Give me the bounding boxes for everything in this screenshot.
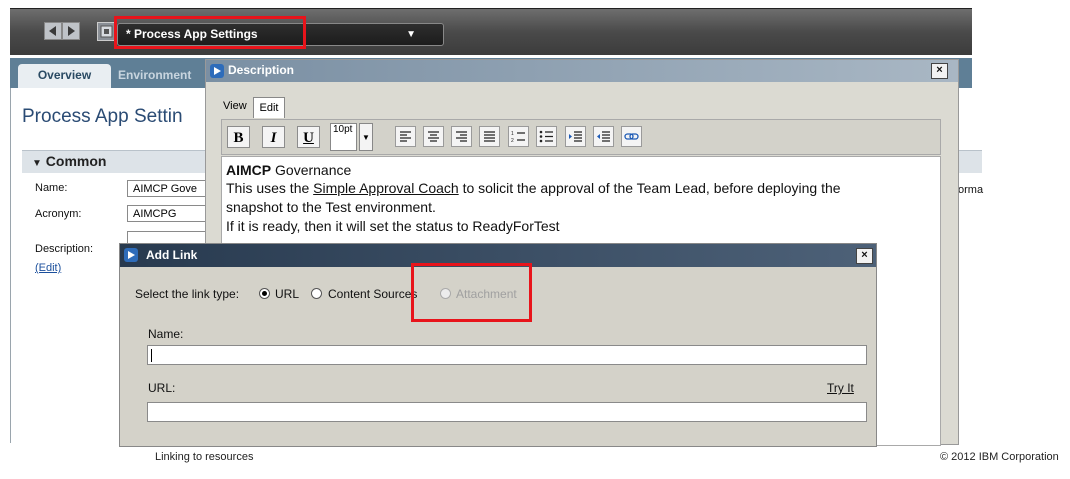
page-title: Process App Settin bbox=[22, 106, 183, 127]
tab-overview[interactable]: Overview bbox=[18, 64, 111, 88]
link-type-label: Select the link type: bbox=[135, 287, 240, 301]
tab-environment[interactable]: Environment bbox=[118, 64, 218, 88]
svg-text:1: 1 bbox=[511, 131, 514, 137]
settings-icon bbox=[100, 25, 113, 38]
tab-edit[interactable]: Edit bbox=[253, 97, 285, 118]
align-right-button[interactable] bbox=[451, 126, 472, 147]
description-dialog-title: Description bbox=[228, 63, 295, 77]
name-label: Name: bbox=[35, 182, 68, 194]
url-input-label: URL: bbox=[148, 381, 176, 395]
dialog-app-icon bbox=[210, 64, 224, 78]
clipped-text: orma bbox=[958, 184, 984, 196]
collapse-triangle-icon: ▼ bbox=[32, 158, 42, 169]
editor-line: If it is ready, then it will set the sta… bbox=[226, 218, 560, 234]
align-right-icon bbox=[456, 131, 467, 142]
link-url-input[interactable] bbox=[147, 402, 867, 422]
justify-icon bbox=[484, 131, 495, 142]
font-size-select[interactable]: 10pt bbox=[330, 123, 357, 151]
edit-description-link[interactable]: (Edit) bbox=[35, 262, 61, 274]
outdent-icon bbox=[597, 131, 610, 142]
radio-url[interactable] bbox=[259, 288, 270, 299]
highlight-box-attachment bbox=[411, 263, 532, 322]
right-arrow-icon bbox=[68, 26, 75, 36]
radio-url-label[interactable]: URL bbox=[275, 287, 299, 301]
section-title: Common bbox=[45, 153, 107, 169]
chevron-down-icon: ▼ bbox=[406, 29, 416, 40]
rich-text-toolbar: B I U 12 bbox=[221, 119, 941, 155]
text-cursor bbox=[151, 349, 152, 362]
back-button[interactable] bbox=[44, 22, 62, 40]
footer-caption: Linking to resources bbox=[155, 451, 254, 463]
editor-text: to solicit the approval of the Team Lead… bbox=[458, 180, 841, 196]
radio-content-sources-label[interactable]: Content Sources bbox=[328, 287, 417, 301]
insert-link-button[interactable] bbox=[621, 126, 642, 147]
description-dialog-titlebar[interactable]: Description × bbox=[206, 60, 958, 82]
numbered-list-button[interactable]: 12 bbox=[508, 126, 529, 147]
justify-button[interactable] bbox=[479, 126, 500, 147]
dialog-app-icon bbox=[124, 248, 138, 262]
bullet-list-button[interactable] bbox=[536, 126, 557, 147]
description-label: Description: bbox=[35, 243, 94, 255]
tab-view[interactable]: View bbox=[223, 100, 247, 112]
acronym-field[interactable]: AIMCPG bbox=[127, 205, 217, 222]
align-center-icon bbox=[428, 131, 439, 142]
indent-button[interactable] bbox=[565, 126, 586, 147]
link-icon bbox=[624, 133, 639, 140]
align-left-button[interactable] bbox=[395, 126, 416, 147]
editor-line: snapshot to the Test environment. bbox=[226, 199, 436, 215]
italic-button[interactable]: I bbox=[262, 126, 285, 148]
add-link-title: Add Link bbox=[146, 248, 198, 262]
underline-button[interactable]: U bbox=[297, 126, 320, 148]
editor-line: AIMCP Governance bbox=[226, 162, 351, 178]
bold-button[interactable]: B bbox=[227, 126, 250, 148]
try-it-link[interactable]: Try It bbox=[827, 381, 854, 395]
description-close-button[interactable]: × bbox=[931, 63, 948, 79]
name-input-label: Name: bbox=[148, 327, 184, 341]
forward-button[interactable] bbox=[62, 22, 80, 40]
name-field[interactable]: AIMCP Gove bbox=[127, 180, 217, 197]
left-arrow-icon bbox=[49, 26, 56, 36]
numbered-list-icon: 12 bbox=[511, 131, 525, 144]
font-size-dropdown-button[interactable]: ▼ bbox=[359, 123, 373, 151]
footer-copyright: © 2012 IBM Corporation bbox=[940, 451, 1059, 463]
highlight-box-title bbox=[114, 16, 306, 49]
chevron-down-icon: ▼ bbox=[362, 133, 370, 142]
bullet-list-icon bbox=[539, 130, 553, 143]
editor-heading-rest: Governance bbox=[271, 162, 352, 178]
page-border bbox=[10, 88, 11, 443]
editor-line: This uses the Simple Approval Coach to s… bbox=[226, 180, 841, 196]
coach-link[interactable]: Simple Approval Coach bbox=[313, 180, 459, 196]
radio-content-sources[interactable] bbox=[311, 288, 322, 299]
indent-icon bbox=[569, 131, 582, 142]
align-center-button[interactable] bbox=[423, 126, 444, 147]
outdent-button[interactable] bbox=[593, 126, 614, 147]
add-link-close-button[interactable]: × bbox=[856, 248, 873, 264]
svg-text:2: 2 bbox=[511, 138, 514, 144]
align-left-icon bbox=[400, 131, 411, 142]
acronym-label: Acronym: bbox=[35, 208, 82, 220]
link-name-input[interactable] bbox=[147, 345, 867, 365]
editor-heading-bold: AIMCP bbox=[226, 162, 272, 178]
editor-text: This uses the bbox=[226, 180, 314, 196]
